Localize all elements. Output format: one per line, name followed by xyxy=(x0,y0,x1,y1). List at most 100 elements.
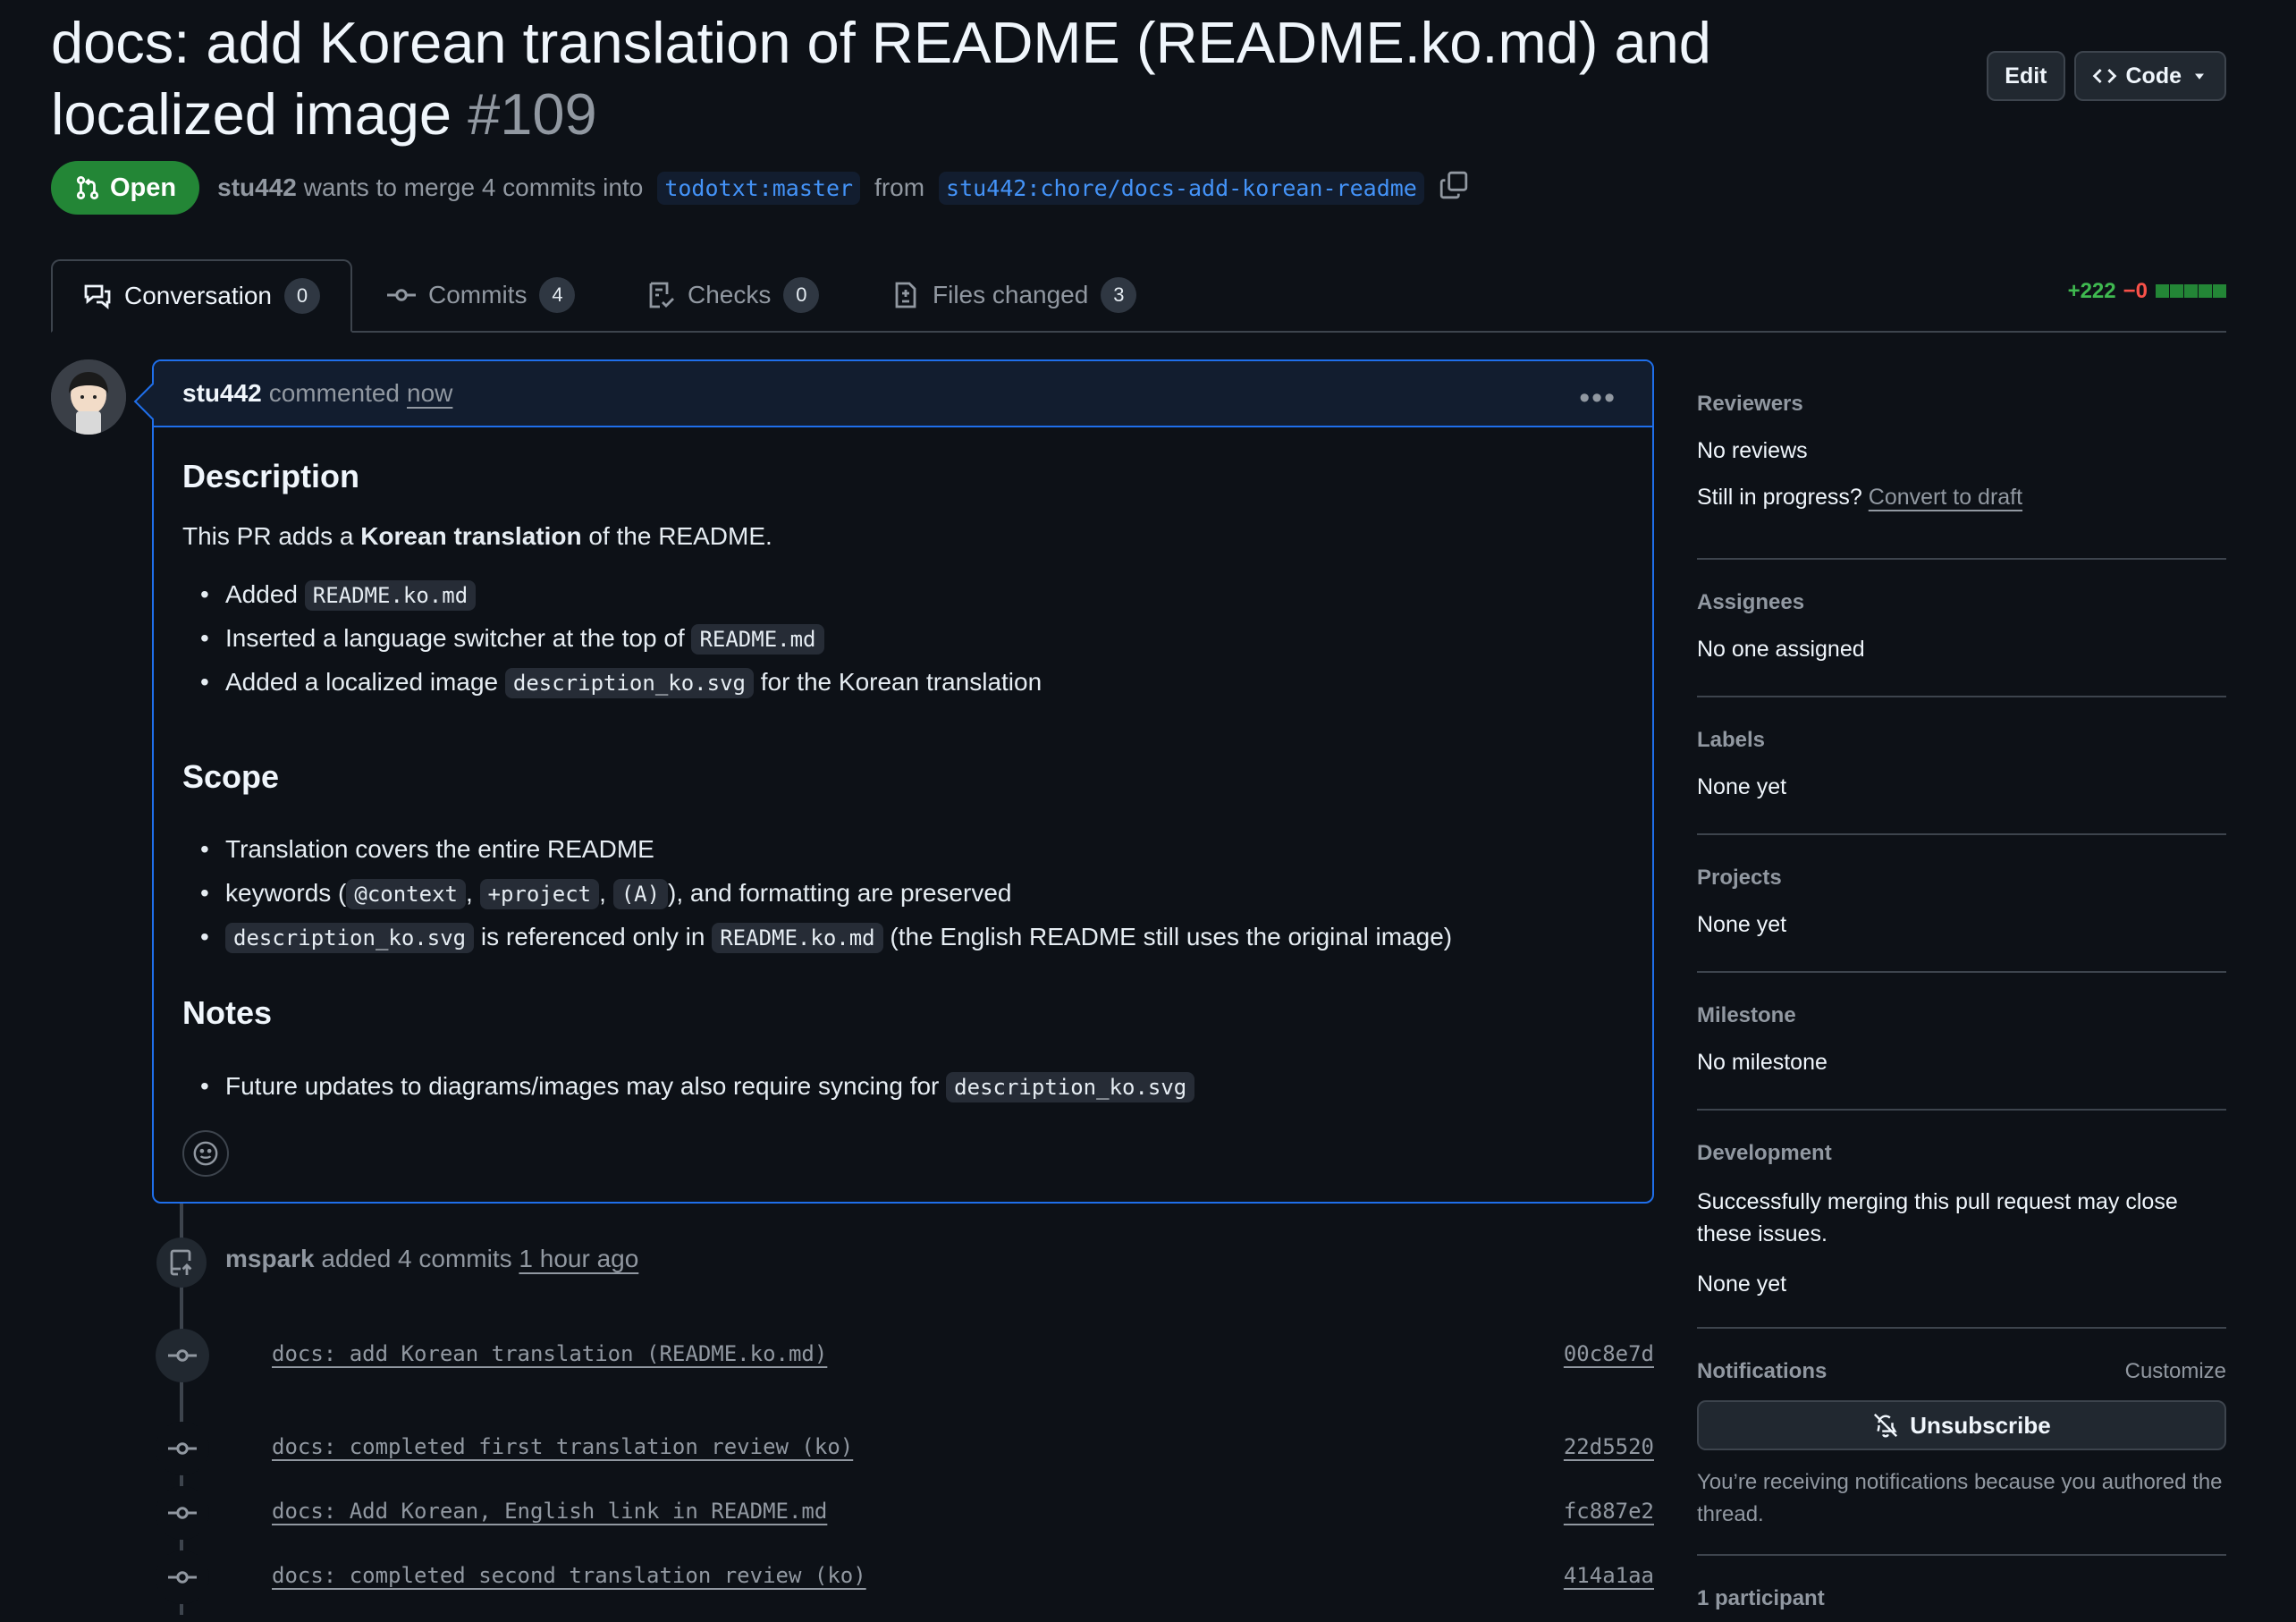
projects-heading[interactable]: Projects xyxy=(1697,866,1782,891)
list-item: description_ko.svg is referenced only in… xyxy=(182,915,1452,959)
triangle-down-icon xyxy=(2195,73,2204,80)
git-commit-icon xyxy=(156,1329,209,1382)
labels-heading[interactable]: Labels xyxy=(1697,728,1765,753)
list-item: Translation covers the entire README xyxy=(182,827,1452,871)
copy-button[interactable] xyxy=(1439,170,1469,207)
sidebar-labels: Labels None yet xyxy=(1697,728,2226,835)
milestone-heading[interactable]: Milestone xyxy=(1697,1003,1796,1028)
code-button-label: Code xyxy=(2125,63,2182,89)
draft-prompt: Still in progress? Convert to draft xyxy=(1697,485,2023,510)
commit-sha-link[interactable]: fc887e2 xyxy=(1564,1499,1654,1524)
commit-sha-link[interactable]: 414a1aa xyxy=(1564,1563,1654,1588)
commit-sha-link[interactable]: 00c8e7d xyxy=(1564,1341,1654,1366)
head-branch[interactable]: stu442:chore/docs-add-korean-readme xyxy=(939,171,1424,205)
list-item: Added README.ko.md xyxy=(182,572,1042,616)
checklist-icon xyxy=(649,282,674,308)
convert-to-draft-link[interactable]: Convert to draft xyxy=(1869,485,2022,510)
pr-description-comment: stu442 commented now ••• Description Thi… xyxy=(152,359,1654,1204)
sidebar-assignees: Assignees No one assigned xyxy=(1697,590,2226,697)
pr-title: docs: add Korean translation of README (… xyxy=(51,7,1839,150)
commit-message-link[interactable]: docs: Add Korean, English link in README… xyxy=(272,1499,827,1524)
list-item: Inserted a language switcher at the top … xyxy=(182,616,1042,660)
repo-push-icon xyxy=(170,1249,192,1276)
comment-timestamp[interactable]: now xyxy=(407,379,452,408)
avatar[interactable] xyxy=(51,359,126,435)
push-event-icon xyxy=(156,1238,207,1288)
status-label: Open xyxy=(110,173,177,202)
git-commit-icon xyxy=(387,289,416,301)
tab-conversation[interactable]: Conversation 0 xyxy=(51,259,352,333)
list-item: Added a localized image description_ko.s… xyxy=(182,660,1042,704)
push-user[interactable]: mspark xyxy=(225,1245,315,1272)
kebab-horizontal-icon[interactable]: ••• xyxy=(1579,381,1616,416)
tab-label: Commits xyxy=(428,281,528,308)
development-value: None yet xyxy=(1697,1271,1787,1297)
git-pull-request-icon xyxy=(76,175,99,200)
add-reaction-button[interactable] xyxy=(182,1130,229,1177)
commit-message-link[interactable]: docs: completed first translation review… xyxy=(272,1434,853,1459)
tab-checks[interactable]: Checks 0 xyxy=(646,259,820,331)
labels-value: None yet xyxy=(1697,774,1787,799)
comment-action: commented xyxy=(268,379,401,407)
comment-author[interactable]: stu442 xyxy=(182,379,262,408)
tab-label: Files changed xyxy=(933,281,1089,308)
assignees-value: No one assigned xyxy=(1697,637,1865,662)
code-button[interactable]: Code xyxy=(2073,51,2226,101)
pr-tabs: Conversation 0 Commits 4 Checks 0 Files … xyxy=(51,259,2226,333)
copy-icon xyxy=(1439,171,1468,199)
notifications-heading: Notifications xyxy=(1697,1359,1828,1383)
milestone-value: No milestone xyxy=(1697,1050,1828,1075)
commit-row: docs: Add Korean, English link in README… xyxy=(152,1486,1654,1540)
comment-header: stu442 commented now ••• xyxy=(154,361,1652,427)
sidebar-reviewers: Reviewers No reviews Still in progress? … xyxy=(1697,392,2226,560)
notes-list: Future updates to diagrams/images may al… xyxy=(182,1064,1195,1108)
edit-button[interactable]: Edit xyxy=(1987,51,2065,101)
heading-notes: Notes xyxy=(182,994,273,1031)
from-text: from xyxy=(874,173,925,201)
reviewers-value: No reviews xyxy=(1697,438,1808,463)
assignees-heading[interactable]: Assignees xyxy=(1697,590,1804,615)
commit-row: docs: completed second translation revie… xyxy=(152,1550,1654,1604)
commit-sha-link[interactable]: 22d5520 xyxy=(1564,1434,1654,1459)
avatar-image xyxy=(51,359,126,435)
tab-label: Checks xyxy=(688,281,772,308)
notification-reason: You’re receiving notifications because y… xyxy=(1697,1470,2223,1526)
development-heading[interactable]: Development xyxy=(1697,1141,1832,1166)
tab-count: 3 xyxy=(1101,277,1137,313)
merge-text: wants to merge 4 commits into xyxy=(303,173,644,201)
header-actions: Edit Code xyxy=(1987,51,2226,101)
push-timestamp[interactable]: 1 hour ago xyxy=(519,1245,638,1272)
author-link[interactable]: stu442 xyxy=(217,173,297,201)
heading-scope: Scope xyxy=(182,758,280,795)
sidebar-development: Development Successfully merging this pu… xyxy=(1697,1141,2226,1329)
customize-link[interactable]: Customize xyxy=(2125,1359,2226,1384)
development-desc: Successfully merging this pull request m… xyxy=(1697,1189,2178,1246)
tab-count: 0 xyxy=(783,277,820,313)
edit-button-label: Edit xyxy=(2005,63,2047,89)
git-commit-icon xyxy=(156,1422,209,1475)
deletions-count: −0 xyxy=(2123,279,2148,303)
diffstat[interactable]: +222 −0 xyxy=(2068,279,2226,304)
reviewers-heading[interactable]: Reviewers xyxy=(1697,392,1803,417)
heading-description: Description xyxy=(182,458,360,494)
base-branch[interactable]: todotxt:master xyxy=(657,171,861,205)
commit-row: docs: add Korean translation (README.ko.… xyxy=(152,1329,1654,1382)
push-text: added 4 commits xyxy=(321,1245,512,1272)
pr-title-text: docs: add Korean translation of README (… xyxy=(51,10,1711,147)
bell-slash-icon xyxy=(1874,1413,1898,1438)
git-commit-icon xyxy=(156,1486,209,1540)
commit-row: docs: completed first translation review… xyxy=(152,1422,1654,1475)
diffstat-bar xyxy=(2155,279,2226,304)
comment-discussion-icon xyxy=(84,284,111,309)
sidebar-milestone: Milestone No milestone xyxy=(1697,1003,2226,1111)
additions-count: +222 xyxy=(2067,279,2116,303)
tab-commits[interactable]: Commits 4 xyxy=(387,259,576,331)
participants-heading: 1 participant xyxy=(1697,1586,1825,1610)
commit-message-link[interactable]: docs: add Korean translation (README.ko.… xyxy=(272,1341,827,1366)
description-intro: This PR adds a Korean translation of the… xyxy=(182,522,772,550)
tab-count: 0 xyxy=(283,278,320,314)
sidebar-notifications: Notifications Customize Unsubscribe You’… xyxy=(1697,1359,2226,1556)
unsubscribe-button[interactable]: Unsubscribe xyxy=(1697,1400,2226,1450)
tab-files-changed[interactable]: Files changed 3 xyxy=(891,259,1137,331)
commit-message-link[interactable]: docs: completed second translation revie… xyxy=(272,1563,866,1588)
